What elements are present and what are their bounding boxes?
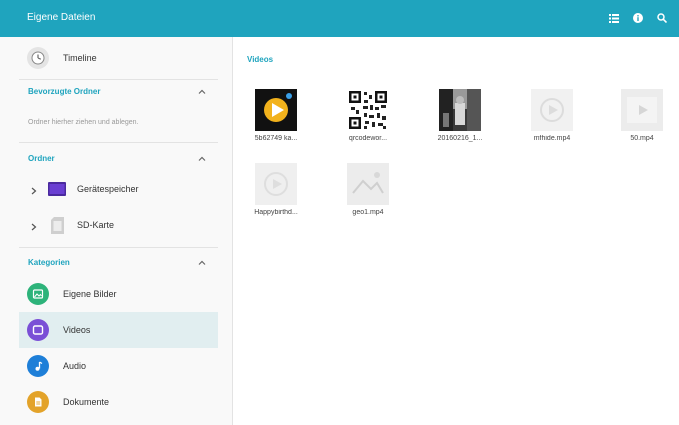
video-placeholder (621, 89, 663, 131)
file-item[interactable]: Happybirthd... (243, 163, 309, 231)
sidebar-item-eigene-bilder[interactable]: Eigene Bilder (19, 276, 218, 312)
play-thumbnail (255, 89, 297, 131)
sidebar-item-videos[interactable]: Videos (19, 312, 218, 348)
file-name: 5b62749 ka... (254, 135, 298, 142)
drawer-divider (232, 37, 233, 425)
folder-item-sd-card[interactable]: SD-Karte (19, 208, 218, 244)
info-icon[interactable] (631, 9, 645, 27)
sidebar-item-dokumente[interactable]: Dokumente (19, 384, 218, 420)
chevron-right-icon[interactable] (30, 220, 38, 232)
app-bar: Eigene Dateien (0, 0, 679, 37)
section-title-categories: Kategorien (28, 258, 70, 267)
file-item[interactable]: qrcodewor... (335, 89, 401, 157)
file-item[interactable]: mfhide.mp4 (519, 89, 585, 157)
file-item[interactable]: geo1.mp4 (335, 163, 401, 231)
sidebar-item-label: Dokumente (63, 397, 110, 407)
file-name: geo1.mp4 (352, 209, 384, 216)
sidebar-item-label: Timeline (63, 53, 97, 63)
sidebar-item-label: Eigene Bilder (63, 289, 117, 299)
video-placeholder (255, 163, 297, 205)
video-placeholder (531, 89, 573, 131)
file-item[interactable]: 50.mp4 (609, 89, 675, 157)
favorites-drop-hint: Ordner hierher ziehen und ablegen. (28, 119, 139, 126)
chevron-up-icon[interactable] (196, 86, 208, 96)
app-title: Eigene Dateien (27, 12, 96, 23)
file-item[interactable]: 20160216_1... (427, 89, 493, 157)
folder-item-device-storage[interactable]: Gerätespeicher (19, 172, 218, 208)
chevron-up-icon[interactable] (196, 153, 208, 163)
divider (19, 247, 218, 248)
section-title-favorites: Bevorzugte Ordner (28, 87, 101, 96)
chevron-up-icon[interactable] (196, 257, 208, 267)
sidebar-item-timeline[interactable]: Timeline (19, 40, 218, 76)
file-name: qrcodewor... (348, 135, 388, 142)
list-view-icon[interactable] (607, 9, 621, 27)
music-icon (27, 355, 49, 377)
clock-icon (27, 47, 49, 69)
document-icon (27, 391, 49, 413)
sidebar-item-audio[interactable]: Audio (19, 348, 218, 384)
device-storage-folder-icon (48, 182, 66, 196)
search-icon[interactable] (655, 9, 669, 27)
folder-label: SD-Karte (77, 220, 115, 230)
content-title: Videos (247, 55, 274, 64)
video-icon (27, 319, 49, 341)
sd-card-icon (51, 217, 64, 234)
divider (19, 142, 218, 143)
file-item[interactable]: 5b62749 ka... (243, 89, 309, 157)
qr-code-thumbnail (347, 89, 389, 131)
section-title-folders: Ordner (28, 154, 55, 163)
folder-label: Gerätespeicher (77, 184, 139, 194)
file-name: 50.mp4 (630, 135, 654, 142)
video-placeholder (347, 163, 389, 205)
divider (19, 79, 218, 80)
file-name: Happybirthd... (254, 209, 298, 216)
image-icon (27, 283, 49, 305)
sidebar-item-label: Audio (63, 361, 87, 371)
app-bar-actions (607, 9, 669, 27)
file-name: 20160216_1... (437, 135, 483, 142)
chevron-right-icon[interactable] (30, 184, 38, 196)
file-name: mfhide.mp4 (533, 135, 571, 142)
photo-thumbnail (439, 89, 481, 131)
sidebar-item-label: Videos (63, 325, 91, 335)
